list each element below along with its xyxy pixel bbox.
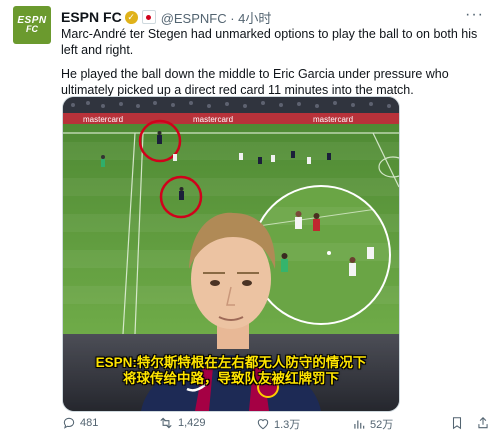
reply-count: 481 [80,417,99,429]
share-icon [478,417,488,429]
account-name[interactable]: ESPN FC [61,9,122,25]
tweet-actions-bar: 481 1,429 1.3万 52万 [62,416,492,434]
more-options-icon[interactable]: ··· [465,6,484,24]
reply-button[interactable]: 481 [62,416,98,430]
reply-icon [63,417,75,429]
ad-board-text-2: mastercard [193,115,233,124]
views-chart-icon [354,420,365,429]
logo-text-fc: FC [26,24,38,34]
ad-board-text-3: mastercard [313,115,353,124]
affiliate-badge-icon [141,10,156,24]
tweet-media-image[interactable]: mastercard mastercard mastercard ESPN:特尔… [62,96,400,412]
bookmark-button[interactable] [450,416,468,430]
subtitle-line-2: 将球传给中路，导致队友被红牌罚下 [123,371,339,386]
stadium-crowd [63,97,399,113]
ad-board-text-1: mastercard [83,115,123,124]
tweet-text-paragraph-1: Marc-André ter Stegen had unmarked optio… [61,27,478,57]
verified-badge-icon: ✓ [124,10,138,24]
tweet-card[interactable]: ESPN FC ESPN FC ✓ @ESPNFC · 4小时 ··· Marc… [0,0,500,440]
share-button[interactable] [476,416,494,430]
views-button[interactable]: 52万 [352,416,393,432]
avatar[interactable]: ESPN FC [13,6,51,44]
view-count: 52万 [370,419,394,431]
like-count: 1.3万 [274,419,301,431]
like-button[interactable]: 1.3万 [256,416,300,432]
repost-count: 1,429 [178,417,206,429]
repost-icon [160,417,172,429]
bookmark-icon [452,417,462,430]
repost-button[interactable]: 1,429 [158,416,206,430]
heart-icon [257,419,269,430]
subtitle-line-1: ESPN:特尔斯特根在左右都无人防守的情况下 [95,355,367,370]
tweet-text-paragraph-2: He played the ball down the middle to Er… [61,67,449,97]
tweet-header: ESPN FC ✓ @ESPNFC · 4小时 [61,8,271,26]
handle-and-time[interactable]: @ESPNFC · 4小时 [161,8,272,27]
